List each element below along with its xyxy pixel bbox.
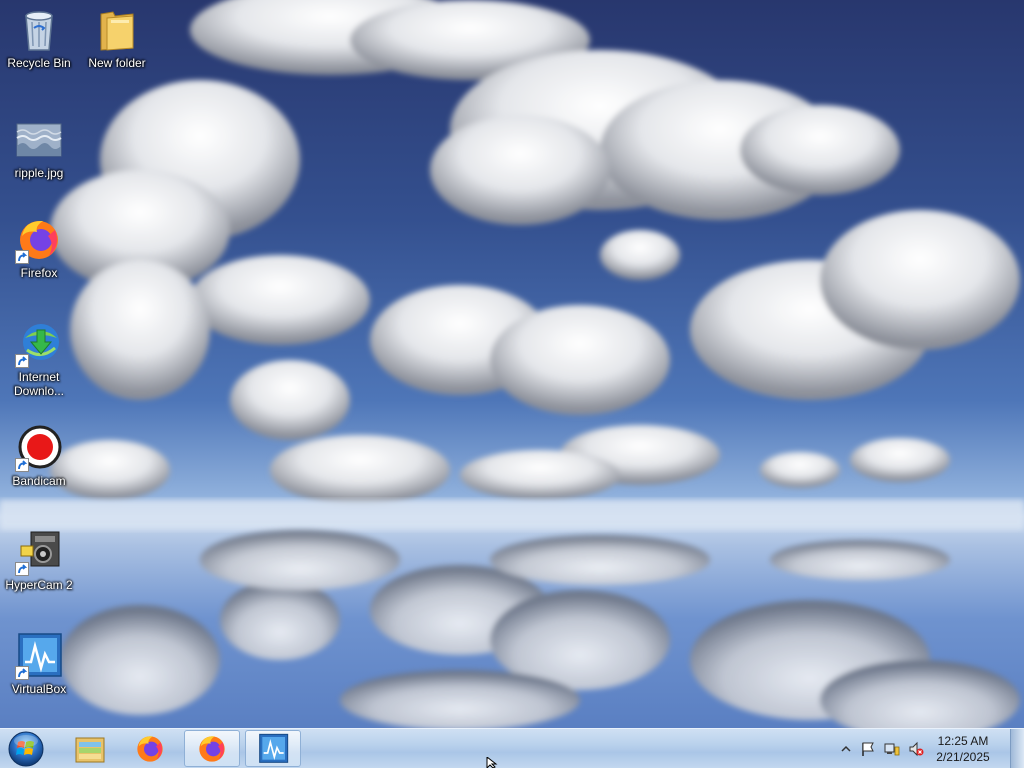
virtualbox-icon (15, 632, 63, 680)
firefox-icon (199, 735, 225, 762)
desktop-icon-bandicam[interactable]: Bandicam (1, 424, 77, 488)
desktop-icon-virtualbox[interactable]: VirtualBox (1, 632, 77, 696)
recycle-bin-icon (15, 6, 63, 54)
show-hidden-icons-arrow[interactable] (838, 741, 854, 757)
clock-time: 12:25 AM (937, 734, 989, 748)
virtualbox-icon (259, 733, 289, 763)
volume-muted-icon[interactable] (908, 741, 924, 757)
notification-area: 12:25 AM 2/21/2025 (834, 729, 1024, 768)
desktop-icon-hypercam-2[interactable]: HyperCam 2 (1, 528, 77, 592)
file-explorer-icon (75, 737, 105, 762)
start-button[interactable] (6, 730, 46, 768)
network-icon[interactable] (884, 741, 900, 757)
bandicam-icon (15, 424, 63, 472)
cloud-wallpaper (0, 0, 1024, 728)
taskbar-virtualbox[interactable] (245, 730, 301, 767)
desktop-icon-label: Internet Downlo... (13, 370, 65, 398)
taskbar[interactable]: 12:25 AM 2/21/2025 (0, 728, 1024, 768)
desktop-icon-firefox[interactable]: Firefox (1, 216, 77, 280)
system-clock[interactable]: 12:25 AM 2/21/2025 (928, 733, 998, 765)
desktop-icon-label: HyperCam 2 (5, 578, 73, 592)
desktop-icon-label: VirtualBox (11, 682, 67, 696)
taskbar-firefox-pinned[interactable] (122, 730, 178, 767)
desktop-icon-label: Bandicam (12, 474, 66, 488)
taskbar-firefox-running[interactable] (184, 730, 240, 767)
folder-icon (93, 6, 141, 54)
shortcut-arrow-icon (15, 562, 29, 576)
taskbar-file-explorer[interactable] (62, 730, 118, 767)
firefox-icon (15, 216, 63, 264)
desktop-icon-label: Firefox (20, 266, 58, 280)
desktop-icon-label: Recycle Bin (7, 56, 71, 70)
desktop-icon-ripple-jpg[interactable]: ripple.jpg (1, 116, 77, 180)
mouse-cursor-icon (486, 757, 498, 768)
desktop-icon-internet-download-manager[interactable]: Internet Downlo... (1, 320, 77, 398)
shortcut-arrow-icon (15, 458, 29, 472)
shortcut-arrow-icon (15, 354, 29, 368)
hypercam-icon (15, 528, 63, 576)
show-desktop-button[interactable] (1010, 729, 1024, 768)
desktop-icon-label: New folder (88, 56, 146, 70)
desktop-icon-label: ripple.jpg (14, 166, 64, 180)
desktop-icon-new-folder[interactable]: New folder (79, 6, 155, 70)
desktop-icon-recycle-bin[interactable]: Recycle Bin (1, 6, 77, 70)
shortcut-arrow-icon (15, 250, 29, 264)
action-center-flag-icon[interactable] (860, 741, 876, 757)
clock-date: 2/21/2025 (936, 750, 990, 764)
desktop[interactable]: Recycle Bin New folder ripple.jpg Firefo… (0, 0, 1024, 728)
firefox-icon (137, 735, 163, 762)
internet-download-manager-icon (15, 320, 63, 368)
shortcut-arrow-icon (15, 666, 29, 680)
windows-start-orb-icon (8, 731, 44, 767)
image-file-icon (15, 116, 63, 164)
